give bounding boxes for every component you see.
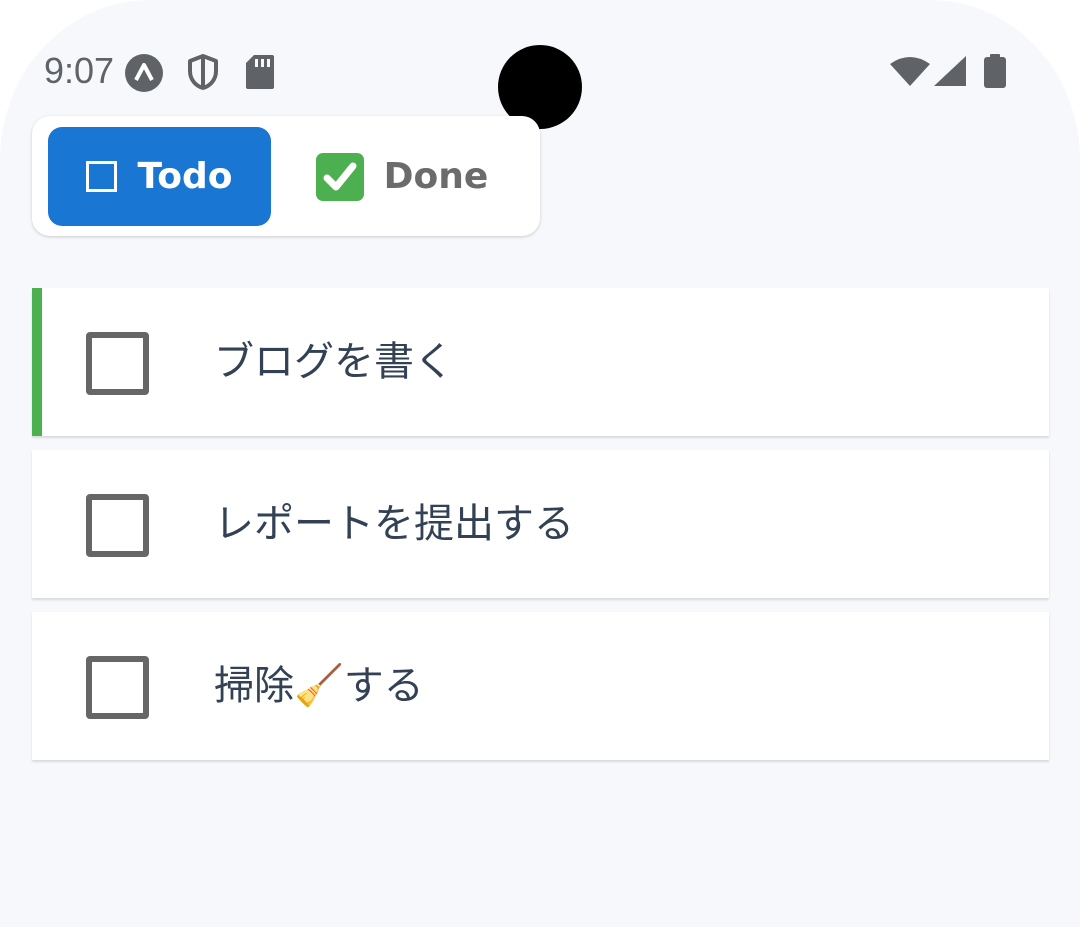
sd-card-icon: [246, 55, 274, 89]
app-a-icon: [125, 54, 163, 92]
tab-done-label: Done: [383, 156, 489, 197]
task-row[interactable]: 掃除🧹する: [32, 612, 1049, 760]
filter-tabs: Todo Done: [32, 116, 540, 236]
task-label: ブログを書く: [214, 339, 454, 385]
app-screen: 9:07 Todo Done ブログを書く レポートを提出する 掃除🧹する: [0, 0, 1080, 927]
task-row[interactable]: レポートを提出する: [32, 450, 1049, 598]
task-label: レポートを提出する: [214, 501, 574, 547]
tab-todo[interactable]: Todo: [48, 127, 271, 226]
wifi-icon: [890, 57, 930, 86]
task-checkbox[interactable]: [86, 656, 149, 719]
task-label: 掃除🧹する: [214, 663, 424, 709]
tab-done[interactable]: Done: [282, 127, 522, 226]
task-checkbox[interactable]: [86, 494, 149, 557]
task-row[interactable]: ブログを書く: [32, 288, 1049, 436]
tab-todo-label: Todo: [137, 156, 233, 197]
task-checkbox[interactable]: [86, 332, 149, 395]
battery-icon: [984, 54, 1006, 88]
shield-icon: [188, 54, 218, 90]
check-mark-button-icon: [315, 152, 364, 201]
checkbox-outline-icon: [86, 161, 118, 192]
signal-icon: [934, 56, 966, 86]
status-time: 9:07: [44, 50, 115, 91]
